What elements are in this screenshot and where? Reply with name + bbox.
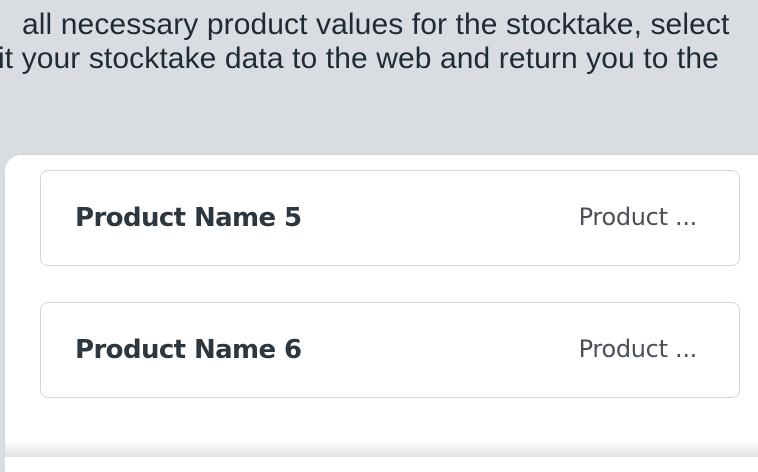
- section-divider: [5, 440, 758, 458]
- instructions-line-1: all necessary product values for the sto…: [22, 8, 730, 41]
- product-name-label: Product Name 5: [75, 203, 302, 233]
- product-card-6[interactable]: Product Name 6 Product ...: [40, 302, 740, 398]
- product-card-5[interactable]: Product Name 5 Product ...: [40, 170, 740, 266]
- product-value-label: Product ...: [578, 335, 698, 363]
- product-name-label: Product Name 6: [75, 335, 302, 365]
- product-value-label: Product ...: [578, 203, 698, 231]
- instructions-text: all necessary product values for the sto…: [0, 8, 758, 76]
- left-edge-strip: [0, 455, 5, 472]
- stocktake-screen: all necessary product values for the sto…: [0, 0, 758, 472]
- next-section-edge: [5, 457, 758, 472]
- instructions-line-2: it your stocktake data to the web and re…: [0, 42, 719, 75]
